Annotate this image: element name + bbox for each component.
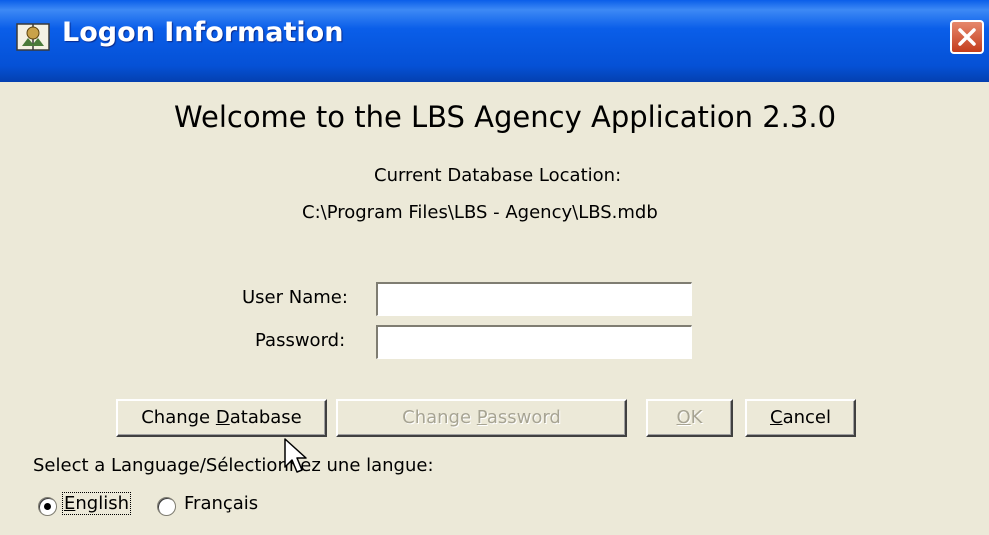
change-password-label-post: assword	[486, 407, 561, 428]
francais-label-rest: Français	[184, 493, 259, 514]
change-database-button[interactable]: Change Database	[116, 399, 327, 437]
close-icon	[958, 28, 976, 46]
password-label: Password:	[255, 330, 346, 351]
window-title: Logon Information	[62, 17, 344, 48]
radio-english[interactable]	[38, 497, 57, 516]
cancel-label-post: ancel	[782, 407, 831, 428]
cancel-button[interactable]: Cancel	[745, 399, 856, 437]
ok-label-key: O	[676, 407, 691, 428]
radio-english-label[interactable]: English	[62, 492, 131, 515]
change-password-button[interactable]: Change Password	[336, 399, 627, 437]
cancel-label-key: C	[770, 407, 783, 428]
ok-button[interactable]: OK	[646, 399, 733, 437]
username-label: User Name:	[242, 287, 348, 308]
english-label-key: E	[64, 493, 76, 514]
app-book-icon	[16, 23, 50, 51]
database-location-label: Current Database Location:	[374, 165, 622, 186]
mouse-pointer-icon	[284, 438, 307, 473]
english-label-rest: nglish	[75, 493, 129, 514]
radio-francais-label[interactable]: Français	[184, 493, 258, 514]
close-button[interactable]	[950, 20, 984, 54]
change-database-label-pre: Change	[141, 407, 216, 428]
title-bar[interactable]: Logon Information	[0, 0, 989, 82]
password-input[interactable]	[376, 325, 692, 359]
username-input[interactable]	[376, 282, 692, 316]
database-location-path: C:\Program Files\LBS - Agency\LBS.mdb	[302, 202, 658, 223]
change-database-label-post: atabase	[229, 407, 302, 428]
ok-label-post: K	[690, 407, 703, 428]
welcome-heading: Welcome to the LBS Agency Application 2.…	[174, 100, 837, 134]
language-prompt: Select a Language/Sélectionnez une langu…	[33, 455, 434, 476]
change-database-label-key: D	[215, 407, 230, 428]
logon-dialog: Logon Information Welcome to the LBS Age…	[0, 0, 989, 535]
radio-francais[interactable]	[157, 497, 176, 516]
change-password-label-pre: Change	[402, 407, 477, 428]
change-password-label-key: P	[476, 407, 487, 428]
